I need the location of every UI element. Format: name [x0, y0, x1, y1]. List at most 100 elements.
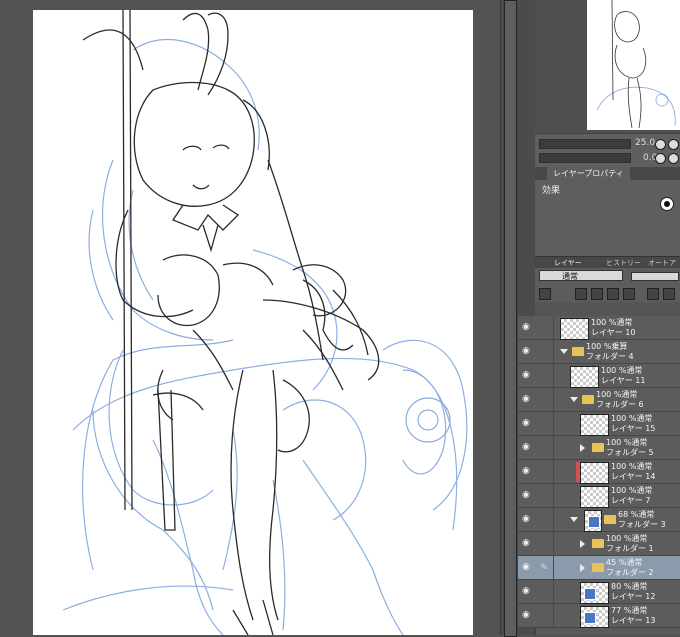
layer-row[interactable]: ◉ 100 %通常 レイヤー 10 — [518, 316, 680, 340]
layer-lock-column[interactable] — [535, 316, 554, 340]
visibility-eye-icon[interactable]: ◉ — [522, 514, 532, 524]
effect-toggle-icon[interactable] — [660, 197, 674, 211]
layer-thumbnail[interactable] — [580, 414, 609, 436]
visibility-eye-icon[interactable]: ◉ — [522, 346, 532, 356]
layer-lock-column[interactable]: ✎ — [535, 556, 554, 580]
layer-blend-opacity: 100 %通常 — [601, 366, 643, 375]
layer-lock-column[interactable] — [535, 532, 554, 556]
layer-property-panel: 効果 — [535, 180, 680, 256]
rotate-slider[interactable] — [539, 153, 631, 163]
layer-blend-opacity: 100 %通常 — [591, 318, 633, 327]
layer-name: フォルダー 3 — [618, 520, 666, 529]
visibility-eye-icon[interactable]: ◉ — [522, 538, 532, 548]
layer-name: レイヤー 7 — [611, 496, 651, 505]
folder-expand-icon[interactable] — [580, 444, 585, 452]
visibility-eye-icon[interactable]: ◉ — [522, 370, 532, 380]
layer-lock-column[interactable] — [535, 508, 554, 532]
layer-row[interactable]: ◉ 68 %通常 フォルダー 3 — [518, 508, 680, 532]
layer-row[interactable]: ◉ 100 %通常 フォルダー 1 — [518, 532, 680, 556]
folder-expand-icon[interactable] — [580, 540, 585, 548]
opacity-slider[interactable] — [631, 272, 679, 281]
visibility-eye-icon[interactable]: ◉ — [522, 562, 532, 572]
zoom-slider[interactable] — [539, 139, 631, 149]
clip-icon[interactable] — [575, 288, 587, 300]
layer-lock-column[interactable] — [535, 364, 554, 388]
mask-icon[interactable] — [623, 288, 635, 300]
layer-lock-column[interactable] — [535, 580, 554, 604]
rotate-left-icon[interactable] — [655, 153, 666, 164]
layer-name: レイヤー 15 — [611, 424, 656, 433]
scrollbar-thumb[interactable] — [504, 0, 517, 637]
visibility-eye-icon[interactable]: ◉ — [522, 418, 532, 428]
layer-mask-thumbnail[interactable] — [584, 510, 602, 532]
lock-icon[interactable] — [607, 288, 619, 300]
blend-controls: 通常 — [535, 268, 680, 284]
layer-blend-opacity: 45 %通常 — [606, 558, 643, 567]
blend-mode-select[interactable]: 通常 — [539, 270, 623, 281]
layer-thumbnail[interactable] — [580, 486, 609, 508]
zoom-out-icon[interactable] — [655, 139, 666, 150]
layer-row[interactable]: ◉ 100 %通常 レイヤー 15 — [518, 412, 680, 436]
canvas-area[interactable] — [0, 0, 518, 635]
visibility-eye-icon[interactable]: ◉ — [522, 322, 532, 332]
layer-row[interactable]: ◉ 77 %通常 レイヤー 13 — [518, 604, 680, 628]
visibility-eye-icon[interactable]: ◉ — [522, 442, 532, 452]
layer-lock-column[interactable] — [535, 388, 554, 412]
drawing-canvas[interactable] — [33, 10, 473, 635]
layer-lock-column[interactable] — [535, 412, 554, 436]
zoom-in-icon[interactable] — [668, 139, 679, 150]
layer-name: レイヤー 10 — [591, 328, 636, 337]
tab-layer-property[interactable]: レイヤープロパティ — [547, 167, 630, 180]
visibility-eye-icon[interactable]: ◉ — [522, 610, 532, 620]
layer-thumbnail[interactable] — [580, 582, 609, 604]
folder-icon — [572, 347, 584, 356]
folder-icon — [604, 515, 616, 524]
layer-row[interactable]: ◉ 100 %通常 レイヤー 11 — [518, 364, 680, 388]
layer-settings-icon[interactable] — [663, 288, 675, 300]
canvas-vertical-scrollbar[interactable] — [500, 0, 519, 637]
layer-blend-opacity: 100 %通常 — [611, 486, 653, 495]
folder-icon — [592, 563, 604, 572]
layer-row[interactable]: ◉ 100 %乗算 フォルダー 4 — [518, 340, 680, 364]
layer-blend-opacity: 100 %乗算 — [586, 342, 628, 351]
layer-name: レイヤー 13 — [611, 616, 656, 625]
layer-row[interactable]: ◉ 100 %通常 フォルダー 6 — [518, 388, 680, 412]
layer-blend-opacity: 80 %通常 — [611, 582, 648, 591]
folder-expand-icon[interactable] — [580, 564, 585, 572]
visibility-eye-icon[interactable]: ◉ — [522, 586, 532, 596]
layer-lock-column[interactable] — [535, 484, 554, 508]
reference-icon[interactable] — [591, 288, 603, 300]
layer-row[interactable]: ◉ 80 %通常 レイヤー 12 — [518, 580, 680, 604]
layer-lock-column[interactable] — [535, 436, 554, 460]
navigator-panel[interactable] — [535, 0, 680, 133]
layer-row[interactable]: ◉ 100 %通常 フォルダー 5 — [518, 436, 680, 460]
layer-name: フォルダー 6 — [596, 400, 644, 409]
folder-collapse-icon[interactable] — [570, 397, 578, 402]
layer-row[interactable]: ◉ 100 %通常 レイヤー 14 — [518, 460, 680, 484]
rotate-right-icon[interactable] — [668, 153, 679, 164]
layer-menu-icon[interactable] — [647, 288, 659, 300]
visibility-eye-icon[interactable]: ◉ — [522, 466, 532, 476]
layer-blend-opacity: 100 %通常 — [606, 438, 648, 447]
layer-lock-column[interactable] — [535, 340, 554, 364]
folder-collapse-icon[interactable] — [570, 517, 578, 522]
layer-row[interactable]: ◉ 100 %通常 レイヤー 7 — [518, 484, 680, 508]
navigator-thumbnail[interactable] — [587, 0, 680, 130]
layer-list[interactable]: ◉ 100 %通常 レイヤー 10 ◉ 100 %乗算 フォルダー 4 ◉ 100 %通常 レイ… — [518, 316, 680, 635]
layer-thumbnail[interactable] — [560, 318, 589, 340]
zoom-value: 25.0 — [635, 138, 656, 148]
visibility-eye-icon[interactable]: ◉ — [522, 490, 532, 500]
layer-lock-column[interactable] — [535, 604, 554, 628]
layer-thumbnail[interactable] — [580, 462, 609, 484]
layer-thumbnail[interactable] — [580, 606, 609, 628]
layer-row[interactable]: ◉ ✎ 45 %通常 フォルダー 2 — [518, 556, 680, 580]
navigator-controls: 25.0 0.0 — [535, 133, 680, 168]
visibility-eye-icon[interactable]: ◉ — [522, 394, 532, 404]
folder-icon — [592, 539, 604, 548]
folder-collapse-icon[interactable] — [560, 349, 568, 354]
layer-name: フォルダー 2 — [606, 568, 654, 577]
layer-blend-opacity: 100 %通常 — [606, 534, 648, 543]
layer-color-icon[interactable] — [539, 288, 551, 300]
layer-thumbnail[interactable] — [570, 366, 599, 388]
layer-lock-column[interactable] — [535, 460, 554, 484]
